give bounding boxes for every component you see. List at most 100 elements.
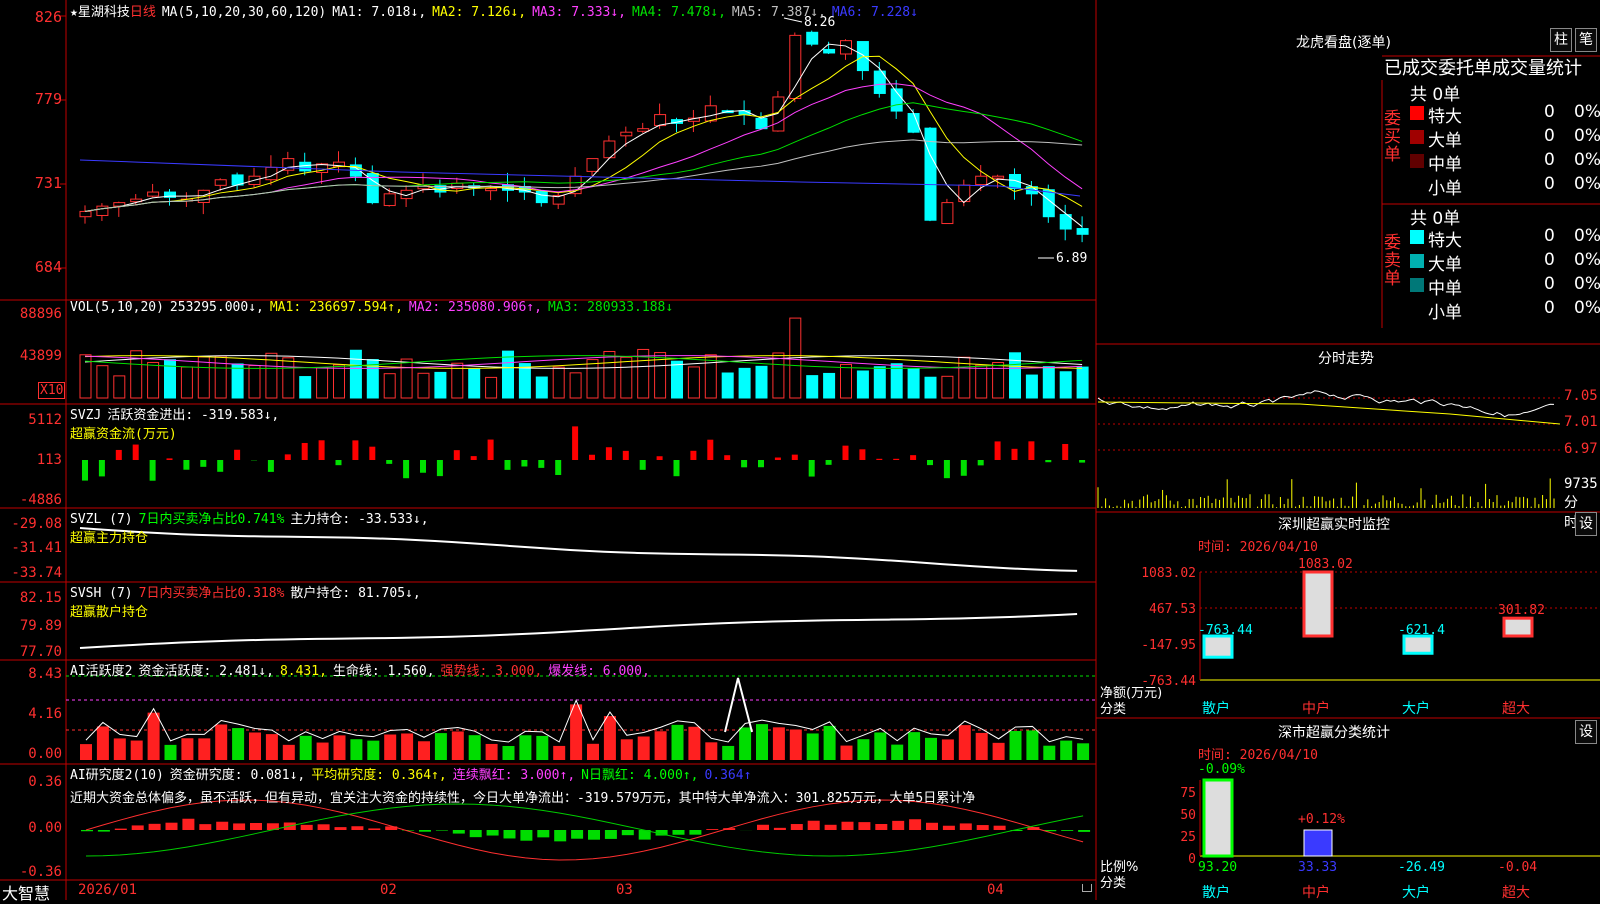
flow-bar [133,445,139,460]
order-label: 大单 [1428,126,1462,151]
research-bar [166,823,178,830]
flow-bar [741,460,747,467]
research-bar [132,825,144,830]
volume-bar [486,377,497,398]
research-bar [98,830,110,832]
monitor-bar [1204,636,1232,657]
flow-bar [826,460,832,465]
category-label: 中户 [1302,698,1330,718]
order-row-sell: 小单00% [1382,298,1600,320]
flow-bar [538,460,544,468]
ai1-header-item: 资金活跃度: 2.481↓, [138,664,273,679]
monitor-title: 深圳超赢实时监控 [1278,514,1390,534]
volume-bar [418,373,429,398]
research-bar [622,830,634,835]
activity-bar [486,744,498,760]
bar-mode-button[interactable]: 柱 [1550,28,1572,52]
order-count: 0 [1544,102,1555,122]
volume-bar [114,376,125,398]
research-bar [335,827,347,830]
price-header-item: MA5: 7.387↓, [732,5,826,20]
research-bar [808,821,820,830]
classify-tick: 0 [1188,852,1196,867]
monitor-bar-label: 301.82 [1498,603,1545,618]
volume-bar [401,359,412,398]
activity-bar [519,735,531,760]
candle [215,180,226,186]
svsh-header-wrap: SVSH (7)7日内买卖净占比0.318%散户持仓: 81.705↓, 超赢散… [70,582,427,620]
volume-bar [97,366,108,398]
vol-tick: 88896 [20,306,62,322]
date-label: 03 [616,882,633,898]
flow-bar [758,460,764,467]
classify-bar [1304,830,1332,856]
activity-bar [131,741,143,760]
research-bar [892,821,904,830]
ai2-note: 近期大资金总体偏多，虽不活跃，但有异动，宜关注大资金的持续性，今日大单净流出：-… [70,787,1096,806]
flow-bar [234,450,240,460]
ai2-header-wrap: AI研究度2(10)资金研究度: 0.081↓,平均研究度: 0.364↑,连续… [70,764,1096,806]
period-label[interactable]: 日线 [130,5,156,20]
order-pct: 0% [1574,298,1600,318]
flow-bar [893,459,899,460]
volume-bar [536,377,547,398]
flow-bar [268,460,274,472]
candle [993,176,1004,178]
price-header-item: MA1: 7.018↓, [332,5,426,20]
volume-bar [1060,372,1071,398]
classify-settings-button[interactable]: 设 [1575,720,1597,744]
volume-bar [705,355,716,398]
lhb-tabs[interactable]: 已成交委托单成交量统计 [1384,54,1582,80]
flow-bar [606,447,612,460]
order-count: 0 [1544,274,1555,294]
research-bar [537,830,549,837]
category-label: 超大 [1502,882,1530,902]
svsh-tick: 82.15 [20,590,62,606]
lock-icon[interactable] [1082,884,1092,892]
ai1-header-item: 生命线: 1.560, [333,664,435,679]
research-bar [977,825,989,830]
research-bar [520,830,532,841]
flow-bar [454,450,460,460]
research-bar [453,830,465,834]
volume-bar [181,367,192,398]
activity-bar [942,739,954,760]
category-label: 大户 [1402,882,1430,902]
classify-value: 93.20 [1198,860,1237,875]
flow-bar [1062,444,1068,460]
activity-bar [198,738,210,760]
classify-bar-label: +0.12% [1298,812,1345,827]
activity-bar [165,745,177,760]
volume-bar [722,373,733,398]
monitor-bar-label: -763.44 [1198,623,1253,638]
pen-mode-button[interactable]: 笔 [1575,28,1597,52]
activity-bar [114,738,126,760]
svzl-header-item: 主力持仓: -33.533↓, [290,512,428,527]
order-row-sell: 中单00% [1382,274,1600,296]
sell-orders: 委卖单 共 0单 特大00%大单00%中单00%小单00% [1382,204,1600,328]
research-bar [909,819,921,830]
research-bar [182,819,194,830]
activity-bar [976,733,988,760]
classify-title: 深市超赢分类统计 [1278,722,1390,742]
flow-bar [724,455,730,460]
monitor-settings-button[interactable]: 设 [1575,512,1597,536]
research-bar [943,826,955,830]
candle [384,194,395,206]
classify-value: 33.33 [1298,860,1337,875]
flow-bar [403,460,409,478]
candle [638,129,649,132]
volume-bar [976,365,987,398]
flow-bar [437,460,443,476]
candle [621,132,632,136]
classify-xlabel: 分类 [1100,872,1126,891]
volume-bar [519,364,530,398]
vol-header: VOL(5,10,20)253295.000↓,MA1: 236697.594↑… [70,300,679,315]
research-bar [1061,830,1073,831]
research-bar [318,824,330,830]
buy-orders: 委买单 共 0单 特大00%大单00%中单00%小单00% [1382,80,1600,204]
svzl-header-item: 7日内买卖净占比0.741% [139,512,285,527]
svzl-axis: -29.08 -31.41 -33.74 [0,508,66,582]
vol-tick: 43899 [20,348,62,364]
svsh-tick: 79.89 [20,618,62,634]
